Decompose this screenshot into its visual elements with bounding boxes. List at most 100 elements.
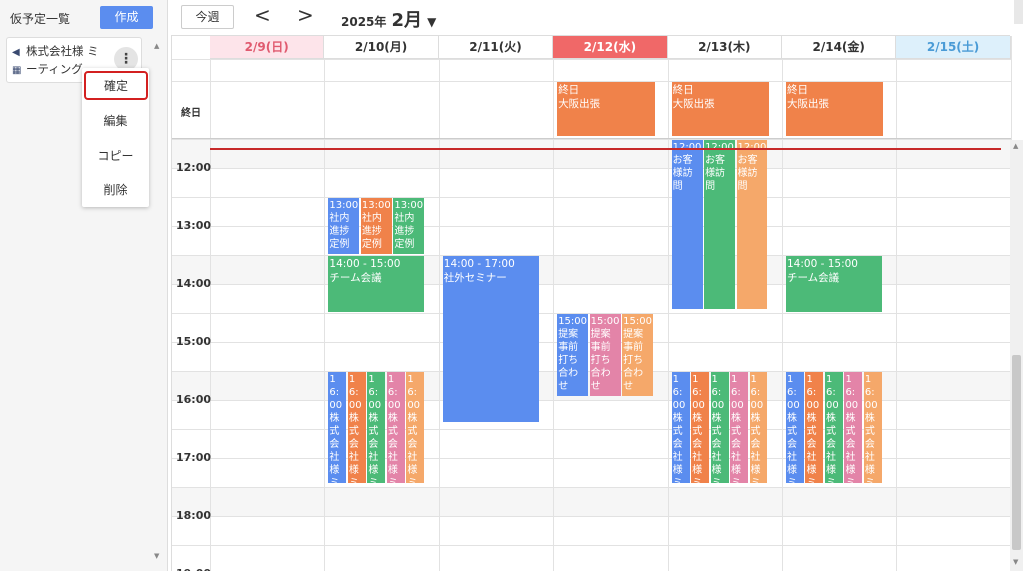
grid-hline (172, 458, 1011, 459)
scroll-down-icon[interactable]: ▼ (1013, 558, 1018, 566)
time-label: 15:00 (176, 335, 212, 348)
calendar-event[interactable]: 14:00 - 15:00 チーム会議 (328, 256, 425, 312)
calendar-event[interactable]: 12:00お客様訪問 (736, 140, 768, 310)
calendar-app: 仮予定一覧 作成 ◀ 株式会社様 ミ ▦ ーティング ⋮ 確定 編集 コピー 削除 … (0, 0, 1023, 571)
current-time-line (210, 147, 1001, 150)
week-calendar-grid: 2/9(日) 2/10(月) 2/11(火) 2/12(水) 2/13(木) 2/14(金… (171, 35, 1012, 571)
calendar-event[interactable]: 16:00株式会社様ミー (367, 372, 386, 484)
grid-hline (172, 400, 1011, 401)
grid-vline (782, 36, 783, 571)
month-selector[interactable]: 2025年 2月 ▼ (341, 6, 436, 32)
all-day-event[interactable]: 終日 大阪出張 (786, 82, 884, 136)
grid-shade (172, 487, 1011, 516)
calendar-event[interactable]: 16:00株式会社様ミー (786, 372, 804, 484)
menu-item-copy[interactable]: コピー (82, 147, 149, 164)
all-day-event[interactable]: 終日 大阪出張 (557, 82, 655, 136)
grid-hline (172, 255, 1011, 256)
time-label: 16:00 (176, 393, 212, 406)
time-label: 13:00 (176, 219, 212, 232)
scroll-up-icon[interactable]: ▲ (154, 42, 159, 50)
next-week-icon[interactable]: > (297, 3, 314, 27)
tentative-list-panel: 仮予定一覧 作成 ◀ 株式会社様 ミ ▦ ーティング ⋮ 確定 編集 コピー 削除 … (0, 0, 168, 571)
day-header[interactable]: 2/14(金) (782, 36, 897, 59)
day-header[interactable]: 2/10(月) (324, 36, 439, 59)
calendar-event[interactable]: 13:00 社内進捗定例 (328, 198, 360, 254)
grid-hline (172, 139, 1011, 140)
grid-vline (896, 36, 898, 571)
calendar-event[interactable]: 12:00お客様訪問 (671, 140, 703, 310)
calendar-event[interactable]: 15:00 提案事前打ち合わせ (622, 314, 654, 397)
calendar-event[interactable]: 16:00株式会社様ミー (749, 372, 768, 484)
all-day-event[interactable]: 終日 大阪出張 (671, 82, 769, 136)
calendar-scrollbar[interactable]: ▲ ▼ (1010, 140, 1023, 571)
card-subtitle-row: ▦ ーティング (12, 61, 83, 77)
grid-vline (324, 36, 326, 571)
calendar-event[interactable]: 16:00株式会社様ミー (671, 372, 690, 484)
grid-shade (172, 139, 1011, 168)
left-scrollbar[interactable]: ▲ ▼ (152, 40, 164, 571)
scroll-up-icon[interactable]: ▲ (1013, 142, 1018, 150)
calendar-event[interactable]: 14:00 - 17:00 社外セミナー (442, 256, 539, 423)
chevron-down-icon: ▼ (427, 15, 437, 29)
grid-hline (172, 197, 1011, 198)
card-title: 株式会社様 ミ (26, 44, 99, 58)
calendar-event[interactable]: 16:00株式会社様ミー (863, 372, 882, 484)
prev-week-icon[interactable]: < (254, 3, 271, 27)
grid-vline (553, 36, 555, 571)
time-label: 17:00 (176, 451, 212, 464)
grid-hline (172, 487, 1011, 488)
calendar-event[interactable]: 16:00株式会社様ミー (347, 372, 366, 484)
tentative-list-title: 仮予定一覧 (10, 12, 71, 26)
grid-hline (172, 545, 1011, 546)
month-label: 2月 (391, 10, 423, 31)
day-header[interactable]: 2/15(土) (896, 36, 1011, 59)
calendar-event[interactable]: 16:00株式会社様ミー (730, 372, 748, 484)
day-header[interactable]: 2/13(木) (667, 36, 782, 59)
calendar-event[interactable]: 14:00 - 15:00 チーム会議 (786, 256, 882, 312)
day-header[interactable]: 2/12(水) (553, 36, 668, 59)
calendar-event[interactable]: 15:00 提案事前打ち合わせ (589, 314, 621, 397)
scroll-down-icon[interactable]: ▼ (154, 552, 159, 560)
calendar-icon: ▦ (12, 65, 22, 76)
menu-item-delete[interactable]: 削除 (82, 181, 149, 198)
time-label: 14:00 (176, 277, 212, 290)
this-week-button[interactable]: 今週 (181, 5, 234, 29)
grid-shade (172, 255, 1011, 284)
menu-item-confirm[interactable]: 確定 (84, 71, 148, 100)
calendar-event[interactable]: 16:00株式会社様ミー (406, 372, 425, 484)
calendar-event[interactable]: 16:00株式会社様ミー (824, 372, 843, 484)
grid-hline (172, 516, 1011, 517)
calendar-event[interactable]: 15:00 提案事前打ち合わせ (557, 314, 589, 397)
card-subtitle: ーティング (26, 62, 83, 76)
all-day-label: 終日 (181, 108, 201, 119)
megaphone-icon: ◀ (12, 47, 20, 58)
year-label: 2025年 (341, 15, 387, 29)
top-scrollbar-stub (1014, 0, 1023, 24)
day-header[interactable]: 2/11(火) (438, 36, 554, 59)
create-button[interactable]: 作成 (100, 6, 153, 29)
time-label: 12:00 (176, 161, 212, 174)
calendar-event[interactable]: 16:00株式会社様ミー (844, 372, 863, 484)
calendar-event[interactable]: 16:00株式会社様ミー (805, 372, 824, 484)
grid-hline (172, 284, 1011, 285)
calendar-event[interactable]: 16:00株式会社様ミー (386, 372, 405, 484)
card-title-row: ◀ 株式会社様 ミ (12, 43, 99, 59)
context-menu: 確定 編集 コピー 削除 (82, 68, 149, 207)
calendar-event[interactable]: 12:00お客様訪問 (704, 140, 736, 310)
time-label: 18:00 (176, 509, 212, 522)
day-header[interactable]: 2/9(日) (210, 36, 325, 59)
grid-hline (172, 429, 1011, 430)
time-label: 19:00 (176, 567, 211, 571)
menu-item-edit[interactable]: 編集 (82, 112, 149, 129)
calendar-event[interactable]: 16:00株式会社様ミー (710, 372, 729, 484)
calendar-event[interactable]: 16:00株式会社様ミー (328, 372, 347, 484)
calendar-event[interactable]: 16:00株式会社様ミー (691, 372, 710, 484)
calendar-event[interactable]: 13:00 社内進捗定例 (393, 198, 425, 254)
header-spacer (172, 59, 1011, 81)
calendar-event[interactable]: 13:00 社内進捗定例 (360, 198, 392, 254)
grid-vline (438, 36, 440, 571)
scrollbar-thumb[interactable] (1012, 355, 1021, 550)
grid-hline (172, 59, 1011, 60)
grid-hline (172, 226, 1011, 227)
grid-vline (210, 36, 211, 571)
